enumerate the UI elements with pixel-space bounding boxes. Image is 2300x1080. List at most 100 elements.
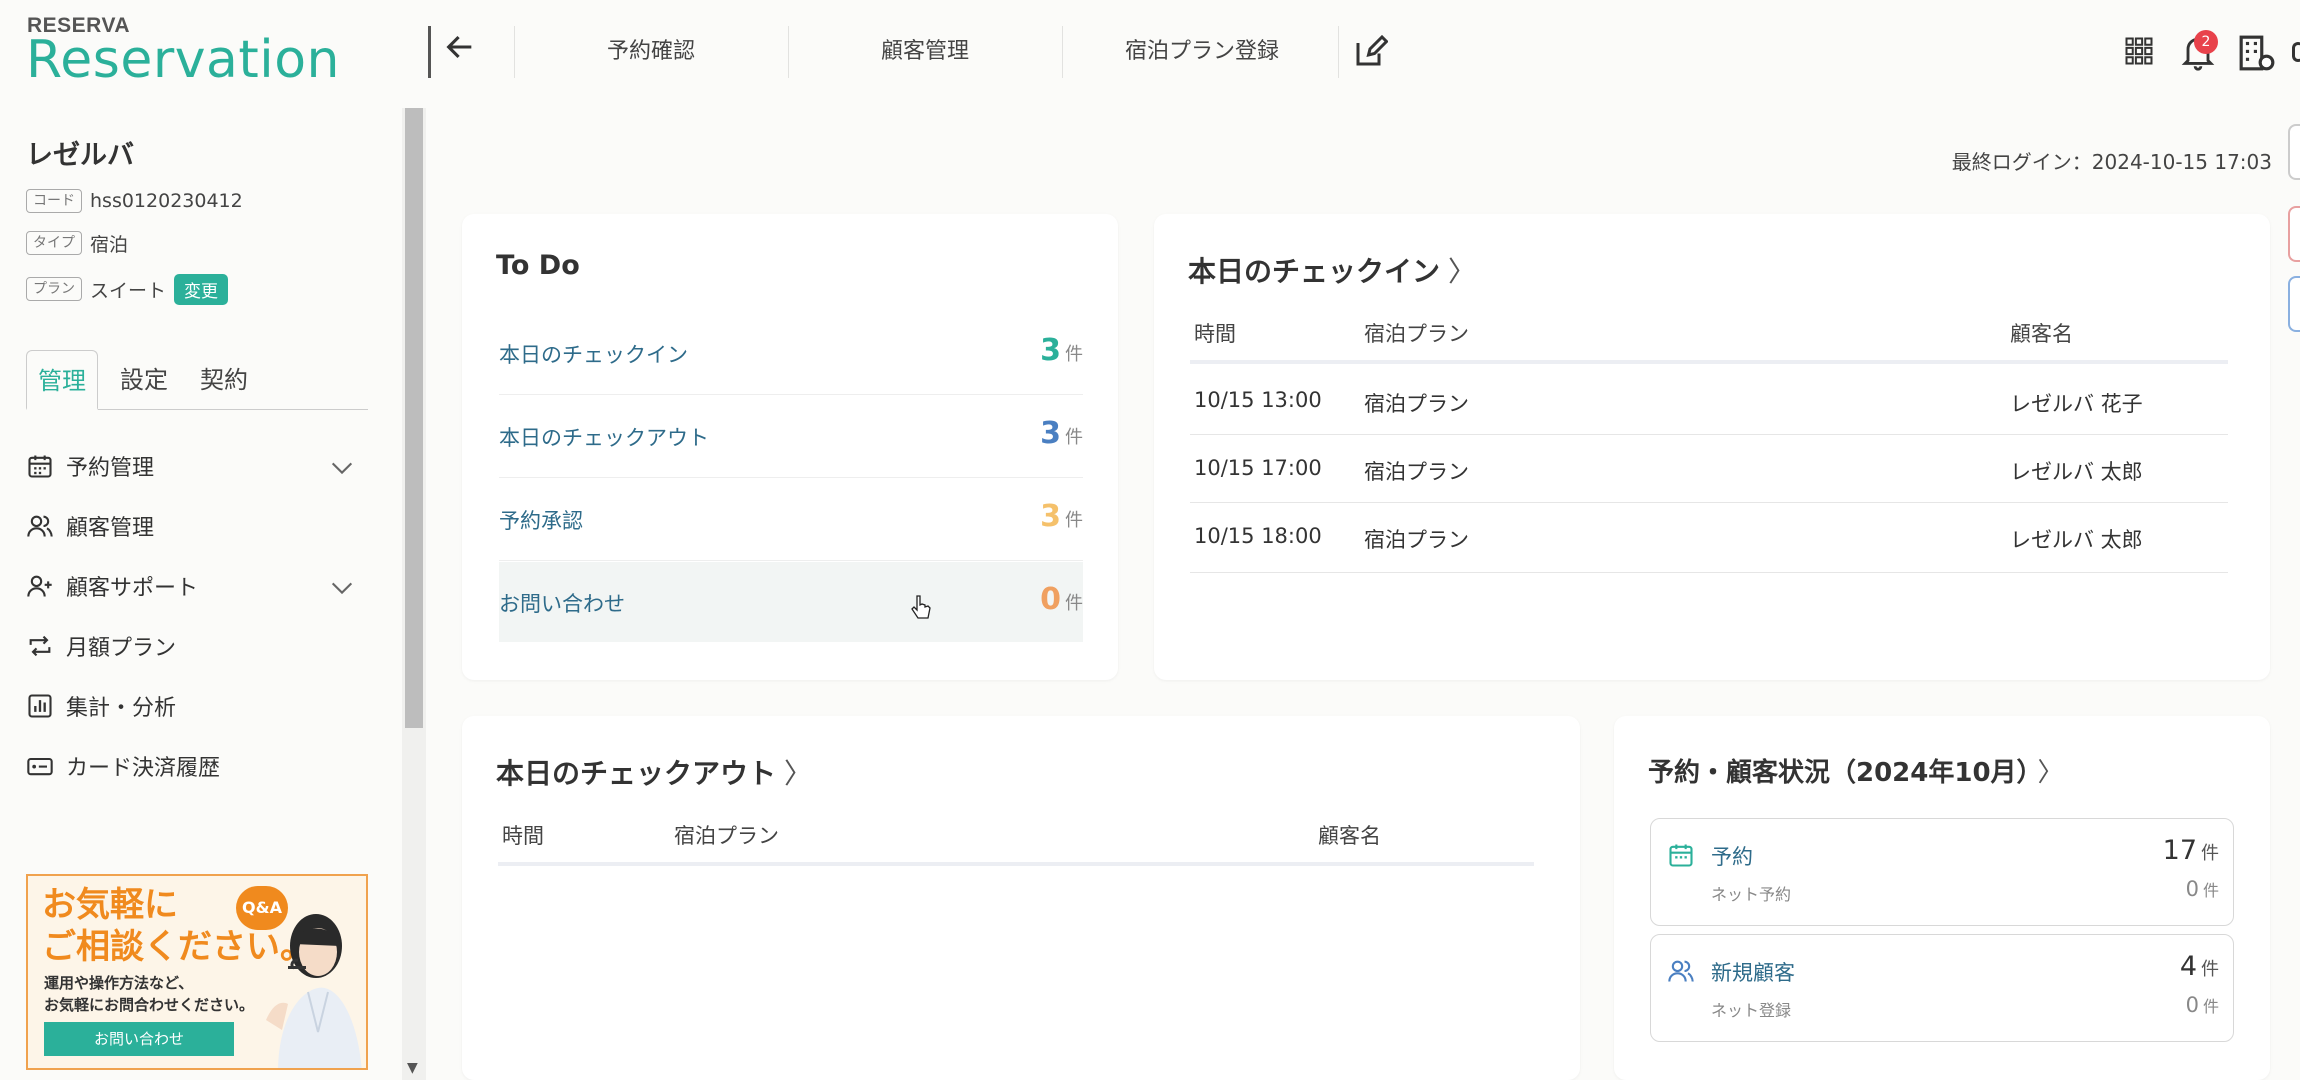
column-header: 顧客名: [2010, 322, 2073, 346]
back-arrow-button[interactable]: [440, 30, 480, 74]
todo-label[interactable]: お問い合わせ: [499, 588, 625, 618]
column-header: 宿泊プラン: [1364, 322, 1469, 346]
chevron-right-icon: 〉: [2037, 758, 2064, 788]
table-cell[interactable]: レゼルバ 太郎: [2010, 456, 2143, 486]
chevron-down-icon: [331, 582, 353, 595]
todo-label[interactable]: 予約承認: [499, 505, 583, 535]
shop-type-row: タイプ 宿泊: [26, 228, 128, 258]
todo-row-checkout[interactable]: 本日のチェックアウト 3件: [499, 396, 1083, 478]
sidebar-item-label: 月額プラン: [66, 636, 177, 661]
building-settings-icon[interactable]: [2238, 34, 2276, 72]
shop-code: hss0120230412: [90, 190, 243, 212]
stat-label: 予約: [1711, 845, 1753, 869]
calendar-icon: [28, 455, 52, 478]
column-header: 時間: [502, 824, 544, 848]
sidebar-item-card-history[interactable]: カード決済履歴: [26, 746, 368, 786]
arrow-left-icon: [446, 35, 472, 59]
tab-management[interactable]: 管理: [26, 350, 98, 410]
table-cell: 10/15 13:00: [1194, 388, 1322, 412]
banner-subtitle: 運用や操作方法など、 お気軽にお問合わせください。: [44, 974, 255, 1014]
support-banner[interactable]: お気軽に ご相談ください。 Q&A 運用や操作方法など、 お気軽にお問合わせくだ…: [26, 874, 368, 1070]
plan-tag: プラン: [26, 277, 82, 301]
sidebar-item-analytics[interactable]: 集計・分析: [26, 686, 368, 726]
scrollbar-thumb[interactable]: [405, 108, 423, 728]
todo-count: 3件: [1040, 416, 1083, 451]
tab-settings[interactable]: 設定: [120, 350, 168, 410]
user-menu-icon[interactable]: [2292, 42, 2300, 62]
table-cell: 宿泊プラン: [1364, 460, 1469, 484]
shop-plan-row: プラン スイート 変更: [26, 273, 229, 305]
sidebar-item-label: 集計・分析: [66, 696, 177, 721]
calendar-icon: [1669, 844, 1693, 867]
sidebar-tabs: 管理 設定 契約: [26, 350, 368, 410]
divider: [1062, 26, 1063, 78]
sidebar-item-customers[interactable]: 顧客管理: [26, 506, 368, 546]
nav-plan-registration[interactable]: 宿泊プラン登録: [1068, 30, 1336, 74]
column-header: 時間: [1194, 322, 1236, 346]
side-panel-tab[interactable]: [2288, 276, 2300, 332]
checkout-title[interactable]: 本日のチェックアウト〉: [496, 752, 812, 792]
reservation-stat[interactable]: 予約 17 件 ネット予約 0件: [1650, 818, 2234, 926]
stat-count: 17 件: [2162, 835, 2219, 866]
divider: [514, 26, 515, 78]
todo-row-approval[interactable]: 予約承認 3件: [499, 479, 1083, 561]
column-header: 顧客名: [1318, 824, 1381, 848]
table-header-line: [498, 862, 1534, 866]
nav-reservation-check[interactable]: 予約確認: [520, 30, 782, 74]
todo-count: 0件: [1040, 582, 1083, 617]
sidebar-item-reservations[interactable]: 予約管理: [26, 446, 368, 486]
side-panel-tab[interactable]: [2288, 206, 2300, 262]
table-cell[interactable]: レゼルバ 花子: [2010, 388, 2143, 418]
tab-contract[interactable]: 契約: [200, 350, 248, 410]
stat-sub-count: 0件: [2185, 993, 2219, 1017]
checkout-card: 本日のチェックアウト〉: [462, 716, 1580, 1080]
sidebar-item-label: 顧客管理: [66, 516, 155, 541]
sidebar-item-support[interactable]: 顧客サポート: [26, 566, 368, 606]
contact-button[interactable]: お問い合わせ: [44, 1022, 234, 1056]
change-plan-button[interactable]: 変更: [174, 273, 229, 305]
shop-plan: スイート: [90, 279, 167, 302]
row-divider: [1190, 572, 2228, 573]
bar-chart-icon: [28, 694, 52, 718]
sidebar-item-label: 顧客サポート: [66, 576, 199, 601]
users-icon: [27, 515, 53, 537]
hand-cursor-icon: [911, 595, 931, 619]
todo-row-checkin[interactable]: 本日のチェックイン 3件: [499, 313, 1083, 395]
shop-code-row: コード hss0120230412: [26, 186, 243, 216]
sidebar-item-label: 予約管理: [66, 456, 155, 481]
apps-grid-icon[interactable]: [2124, 36, 2154, 66]
checkin-title[interactable]: 本日のチェックイン〉: [1188, 250, 1476, 290]
todo-label[interactable]: 本日のチェックイン: [499, 339, 688, 369]
top-header: RESERVA Reservation 予約確認 顧客管理 宿泊プラン登録 2: [0, 0, 2300, 108]
operator-illustration: [266, 914, 362, 1068]
shop-name: レゼルバ: [26, 140, 134, 171]
side-panel-tab[interactable]: [2288, 124, 2300, 180]
table-cell: 10/15 17:00: [1194, 456, 1322, 480]
scroll-down-icon[interactable]: ▼: [407, 1060, 418, 1076]
table-cell: 宿泊プラン: [1364, 528, 1469, 552]
stat-count: 4件: [2179, 951, 2219, 982]
users-icon: [1668, 960, 1694, 982]
table-cell[interactable]: レゼルバ 太郎: [2010, 524, 2143, 554]
sidebar-item-label: カード決済履歴: [66, 756, 221, 781]
column-header: 宿泊プラン: [674, 824, 779, 848]
last-login: 最終ログイン：2024-10-15 17:03: [1951, 150, 2272, 174]
divider: [788, 26, 789, 78]
new-customer-stat[interactable]: 新規顧客 4件 ネット登録 0件: [1650, 934, 2234, 1042]
edit-icon[interactable]: [1352, 34, 1388, 70]
shop-type: 宿泊: [90, 233, 129, 256]
app-logo[interactable]: Reservation: [26, 30, 340, 90]
todo-label[interactable]: 本日のチェックアウト: [499, 422, 709, 452]
row-divider: [1190, 434, 2228, 435]
repeat-icon: [29, 635, 51, 657]
checkin-card: 本日のチェックイン〉: [1154, 214, 2270, 680]
chevron-right-icon: 〉: [784, 757, 813, 790]
nav-customer-management[interactable]: 顧客管理: [794, 30, 1056, 74]
user-plus-icon: [27, 575, 52, 597]
sidebar-item-monthly-plan[interactable]: 月額プラン: [26, 626, 368, 666]
todo-row-inquiry[interactable]: お問い合わせ 0件: [499, 562, 1083, 642]
todo-title: To Do: [496, 250, 580, 281]
stat-sub-label: ネット予約: [1711, 885, 1792, 904]
status-card: 予約・顧客状況（2024年10月）〉 予約 17 件 ネット予約 0件 新規顧客 …: [1614, 716, 2270, 1080]
status-title[interactable]: 予約・顧客状況（2024年10月）〉: [1648, 752, 2064, 789]
